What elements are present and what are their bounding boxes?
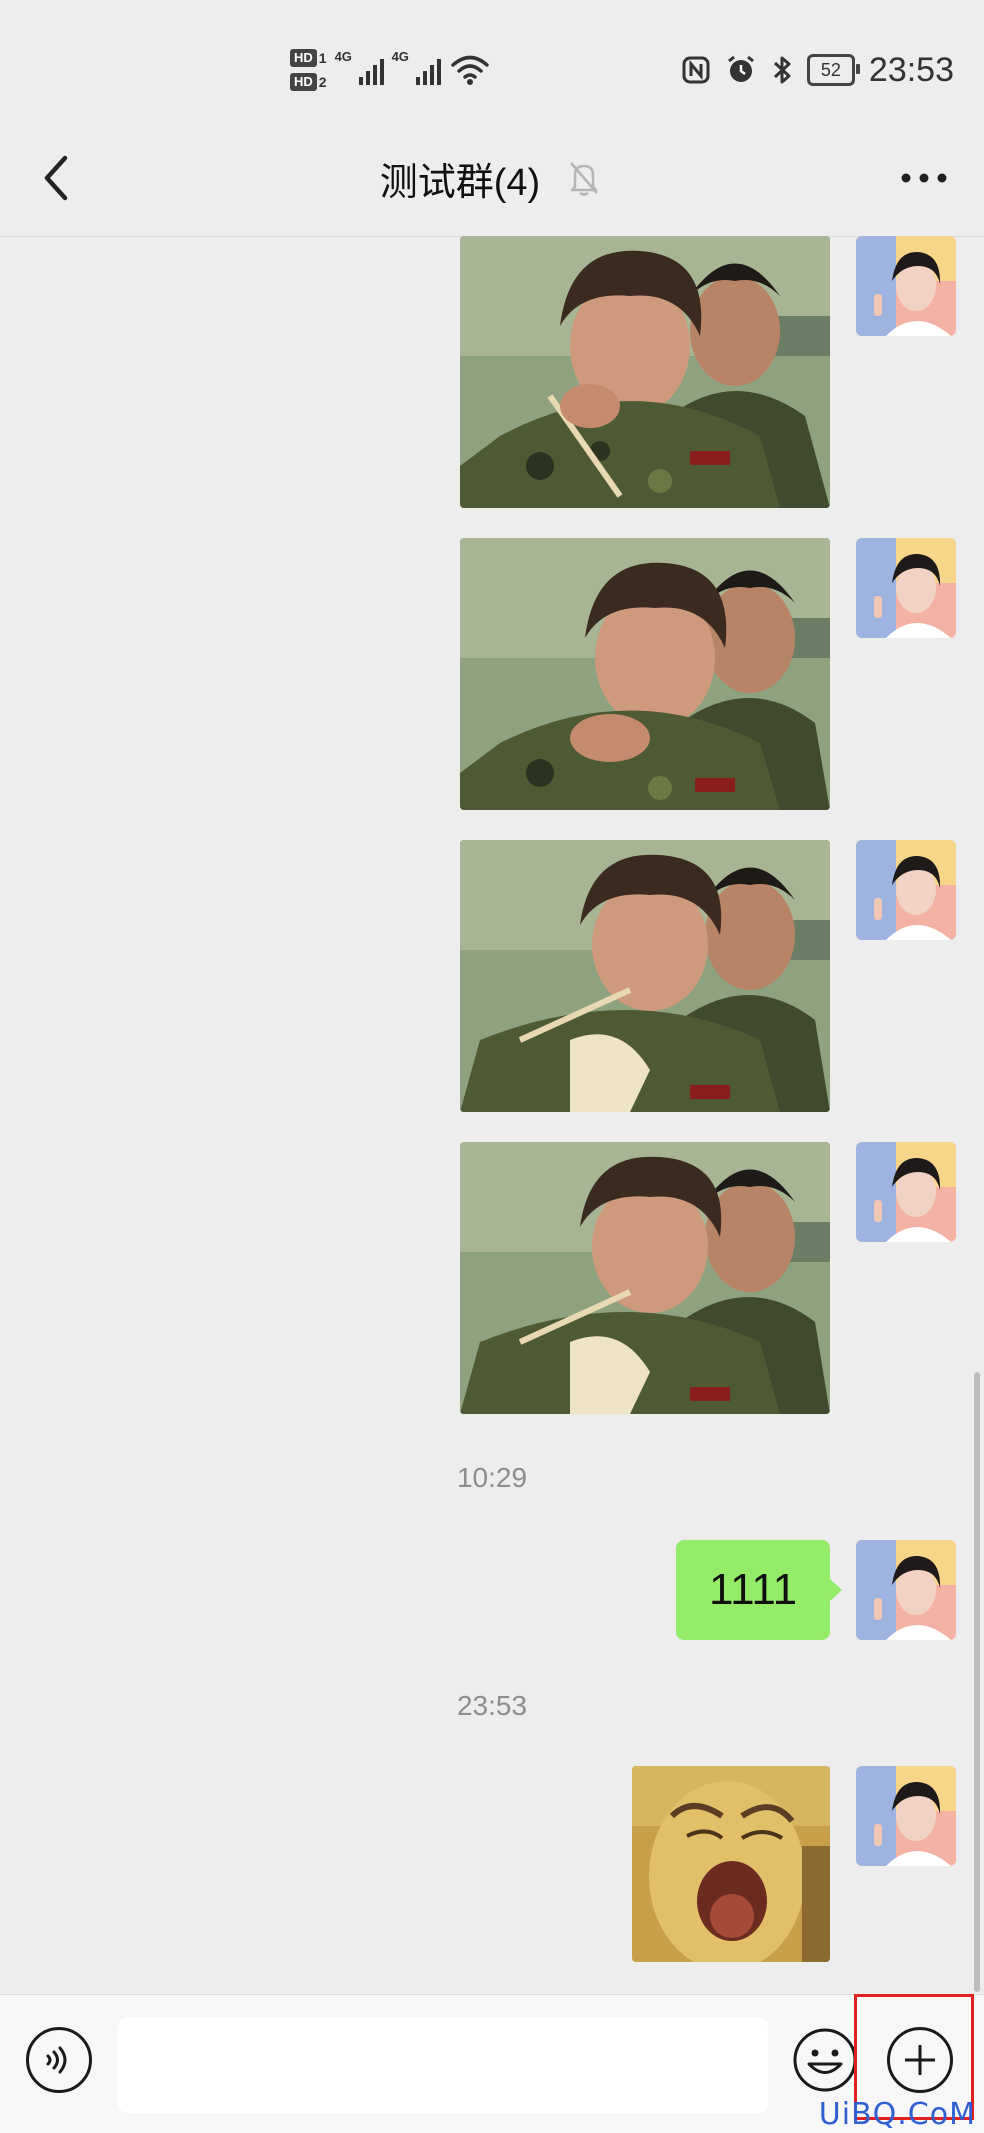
alarm-icon: [727, 55, 754, 82]
nfc-icon: [682, 56, 710, 84]
avatar-image: [856, 538, 956, 638]
more-button[interactable]: [896, 156, 952, 200]
avatar[interactable]: [856, 236, 956, 336]
hd-badge: HD: [290, 73, 317, 91]
sim-indicators: HD 1 HD 2: [290, 49, 327, 91]
message-photo: [460, 538, 830, 810]
message-text: 1111: [708, 1565, 798, 1614]
signal-icon: 4G: [335, 49, 384, 85]
sim-number: 2: [318, 74, 327, 90]
status-right: 52 23:53: [681, 48, 954, 92]
more-functions-button[interactable]: [887, 2027, 953, 2093]
avatar-image: [856, 1540, 956, 1640]
avatar[interactable]: [856, 840, 956, 940]
more-icon: [901, 173, 947, 183]
battery-level: 52: [820, 59, 841, 80]
avatar-image: [856, 840, 956, 940]
sim-number: 1: [318, 50, 327, 66]
message-photo: [460, 840, 830, 1112]
bluetooth-icon: [773, 56, 791, 84]
status-time: 23:53: [868, 50, 954, 89]
status-bar: HD 1 HD 2 4G 4G 52 23:53: [0, 0, 984, 120]
avatar[interactable]: [856, 1142, 956, 1242]
message-timestamp: 23:53: [456, 1690, 528, 1721]
emoji-icon: [793, 2028, 857, 2092]
chat-title: 测试群(4): [379, 161, 541, 204]
plus-icon: [905, 2045, 935, 2075]
watermark: UiBQ.CoM: [818, 2097, 976, 2132]
scrollbar[interactable]: [974, 1372, 980, 1992]
message-timestamp: 10:29: [456, 1462, 528, 1493]
avatar[interactable]: [856, 538, 956, 638]
avatar-image: [856, 1142, 956, 1242]
sim2-indicator: HD 2: [290, 73, 327, 91]
message-photo: [460, 236, 830, 508]
signal-icon: 4G: [392, 49, 441, 85]
status-left: HD 1 HD 2 4G 4G: [290, 40, 489, 100]
hd-badge: HD: [290, 49, 317, 67]
image-message[interactable]: [460, 840, 830, 1112]
avatar[interactable]: [856, 1766, 956, 1866]
chat-header: 测试群(4): [0, 120, 984, 237]
avatar[interactable]: [856, 1540, 956, 1640]
sticker-message[interactable]: [632, 1766, 830, 1962]
voice-icon: [46, 2046, 67, 2074]
message-photo: [460, 1142, 830, 1414]
text-message-bubble[interactable]: 1111: [676, 1540, 842, 1640]
message-input[interactable]: [118, 2017, 768, 2113]
emoji-button[interactable]: [792, 2027, 858, 2093]
sticker-image: [632, 1766, 830, 1962]
mute-bell-icon: [564, 158, 604, 198]
voice-button[interactable]: [26, 2027, 92, 2093]
wifi-icon: [450, 55, 489, 85]
sim1-indicator: HD 1: [290, 49, 327, 67]
avatar-image: [856, 236, 956, 336]
image-message[interactable]: [460, 538, 830, 810]
avatar-image: [856, 1766, 956, 1866]
image-message[interactable]: [460, 236, 830, 508]
image-message[interactable]: [460, 1142, 830, 1414]
title-area: 测试群(4): [0, 120, 984, 236]
battery-icon: 52: [806, 54, 860, 86]
